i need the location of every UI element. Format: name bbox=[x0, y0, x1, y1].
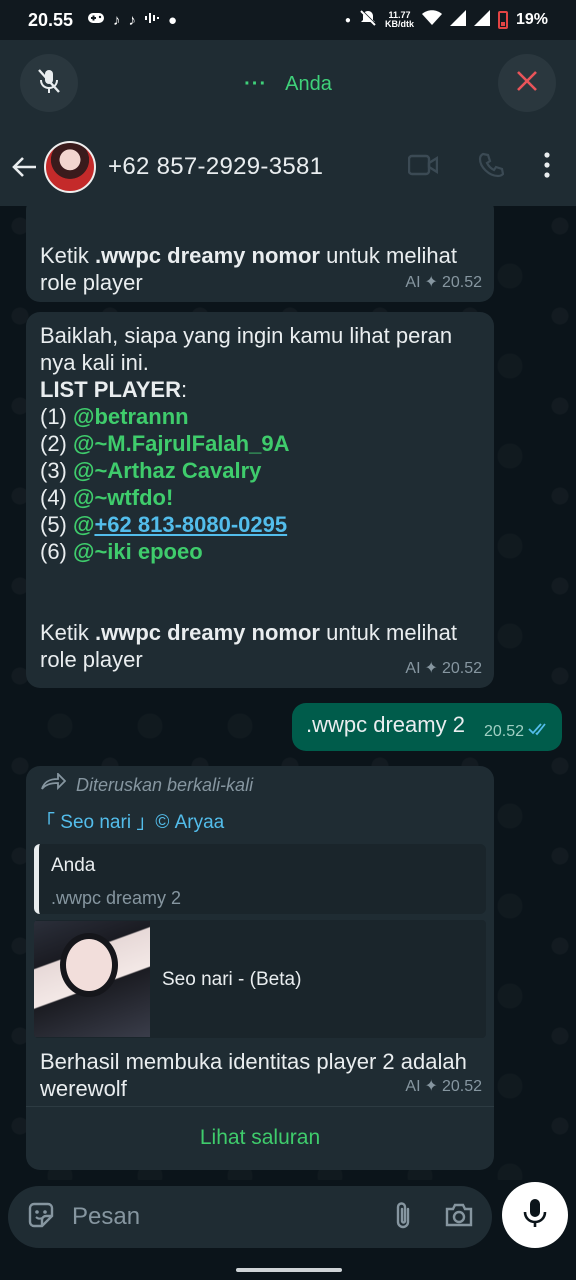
attach-paperclip-icon[interactable] bbox=[392, 1200, 414, 1235]
chat-messages[interactable]: Ketik .wwpc dreamy nomor untuk melihat r… bbox=[0, 206, 576, 1180]
message-meta: AI ✦ 20.52 bbox=[405, 1073, 482, 1100]
call-title: ··· Anda bbox=[244, 73, 332, 96]
forwarded-label: Diteruskan berkali-kali bbox=[34, 771, 486, 799]
battery-percent: 19% bbox=[515, 11, 548, 28]
more-options-icon[interactable] bbox=[544, 151, 550, 183]
status-time: 20.55 bbox=[28, 9, 74, 30]
back-arrow-icon[interactable] bbox=[10, 152, 40, 182]
player-list-item: (5) @+62 813-8080-0295 bbox=[40, 512, 288, 537]
player-mention[interactable]: @~iki epoeo bbox=[73, 539, 203, 564]
dot-icon: ● bbox=[168, 11, 178, 29]
outgoing-message[interactable]: .wwpc dreamy 2 20.52 bbox=[292, 703, 562, 751]
preview-title: Seo nari - (Beta) bbox=[162, 968, 302, 990]
channel-thumbnail bbox=[34, 921, 150, 1037]
home-indicator[interactable] bbox=[236, 1268, 342, 1272]
contact-avatar[interactable] bbox=[44, 141, 96, 193]
player-mention[interactable]: @ bbox=[73, 512, 94, 537]
message-intro: Baiklah, siapa yang ingin kamu lihat per… bbox=[40, 323, 453, 375]
chat-header: +62 857-2929-3581 bbox=[0, 128, 576, 206]
ongoing-call-bar[interactable]: ··· Anda bbox=[0, 40, 576, 128]
player-mention[interactable]: @~M.FajrulFalah_9A bbox=[73, 431, 289, 456]
signal-icon bbox=[449, 9, 466, 31]
status-notification-icons: ♪ ♪ ● bbox=[87, 11, 177, 29]
channel-name[interactable]: 「 Seo nari 」© Aryaa bbox=[34, 809, 486, 836]
message-meta: AI ✦ 20.52 bbox=[405, 655, 482, 682]
video-call-icon[interactable] bbox=[407, 154, 439, 181]
forward-arrow-icon bbox=[40, 771, 67, 799]
call-dots: ··· bbox=[244, 72, 268, 95]
quoted-message[interactable]: Anda .wwpc dreamy 2 bbox=[34, 844, 486, 914]
composer bbox=[0, 1180, 576, 1280]
list-title: LIST PLAYER: bbox=[40, 377, 188, 402]
ai-sparkle-icon: ✦ bbox=[424, 1078, 438, 1095]
gamepad-icon bbox=[87, 11, 105, 29]
voice-record-button[interactable] bbox=[502, 1182, 568, 1248]
incoming-message[interactable]: Baiklah, siapa yang ingin kamu lihat per… bbox=[26, 312, 494, 688]
player-list-item: (1) @betrannn bbox=[40, 404, 189, 429]
player-list-item: (3) @~Arthaz Cavalry bbox=[40, 458, 262, 483]
player-mention[interactable]: @~wtfdo! bbox=[73, 485, 173, 510]
quote-text: .wwpc dreamy 2 bbox=[51, 888, 182, 908]
player-mention[interactable]: @~Arthaz Cavalry bbox=[73, 458, 261, 483]
tiktok-icon: ♪ bbox=[113, 11, 121, 29]
sticker-emoji-icon[interactable] bbox=[26, 1200, 56, 1235]
status-bar: 20.55 ♪ ♪ ● ● 11.77 KB/dtk 19% bbox=[0, 0, 576, 40]
phone-number-link[interactable]: +62 813-8080-0295 bbox=[94, 512, 287, 537]
end-call-button[interactable] bbox=[498, 54, 556, 112]
close-icon bbox=[515, 69, 539, 98]
incoming-message[interactable]: Ketik .wwpc dreamy nomor untuk melihat r… bbox=[26, 206, 494, 302]
player-list-item: (4) @~wtfdo! bbox=[40, 485, 174, 510]
mute-bell-icon bbox=[359, 9, 377, 32]
net-speed: 11.77 KB/dtk bbox=[384, 10, 414, 29]
double-check-read-icon bbox=[528, 718, 550, 745]
message-input[interactable] bbox=[72, 1203, 392, 1231]
mic-off-icon bbox=[34, 66, 64, 101]
player-list-item: (6) @~iki epoeo bbox=[40, 539, 203, 564]
camera-icon[interactable] bbox=[444, 1202, 474, 1233]
view-channel-button[interactable]: Lihat saluran bbox=[26, 1124, 494, 1151]
message-meta: AI ✦ 20.52 bbox=[405, 269, 482, 296]
signal-icon-2 bbox=[473, 9, 490, 31]
ai-sparkle-icon: ✦ bbox=[424, 660, 438, 677]
tiktok-icon-2: ♪ bbox=[128, 11, 137, 29]
ai-sparkle-icon: ✦ bbox=[424, 274, 438, 291]
player-list-item: (2) @~M.FajrulFalah_9A bbox=[40, 431, 290, 456]
battery-icon bbox=[497, 11, 508, 29]
forwarded-message[interactable]: Diteruskan berkali-kali 「 Seo nari 」© Ar… bbox=[26, 766, 494, 1170]
player-mention[interactable]: @betrannn bbox=[73, 404, 189, 429]
wifi-icon bbox=[421, 9, 442, 31]
message-meta: 20.52 bbox=[484, 718, 550, 745]
divider bbox=[26, 1106, 494, 1107]
quote-author: Anda bbox=[51, 855, 96, 876]
voice-call-icon[interactable] bbox=[478, 152, 505, 183]
channel-preview[interactable]: Seo nari - (Beta) bbox=[34, 920, 486, 1038]
call-participant: Anda bbox=[285, 72, 332, 95]
voice-wave-icon bbox=[144, 11, 160, 29]
dot-icon-2: ● bbox=[344, 14, 351, 26]
message-text: .wwpc dreamy 2 bbox=[306, 712, 465, 737]
mute-mic-button[interactable] bbox=[20, 54, 78, 112]
status-system-icons: ● 11.77 KB/dtk 19% bbox=[345, 9, 548, 32]
message-input-box bbox=[8, 1186, 492, 1248]
mic-icon bbox=[522, 1197, 548, 1234]
contact-name[interactable]: +62 857-2929-3581 bbox=[108, 153, 323, 181]
